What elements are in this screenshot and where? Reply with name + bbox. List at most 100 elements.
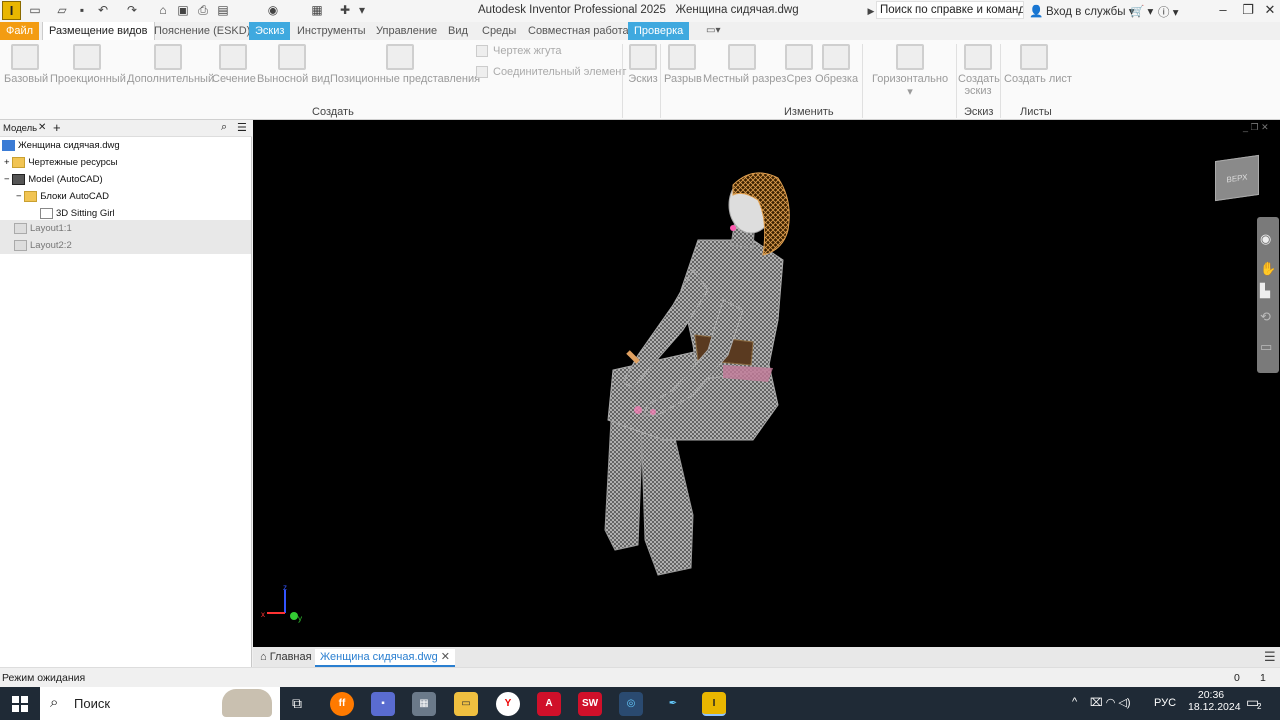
yandex-icon[interactable]: Y xyxy=(496,692,520,716)
new-sheet-icon xyxy=(1020,44,1048,70)
3d-app-icon[interactable]: ◎ xyxy=(619,692,643,716)
create-sketch-button[interactable]: Создать эскиз xyxy=(958,44,1000,97)
tab-place-views[interactable]: Размещение видов xyxy=(42,22,155,40)
browser-tab-model[interactable]: Модель xyxy=(3,123,37,134)
section-view-button[interactable]: Сечение xyxy=(212,44,256,85)
browser-tab-close-icon[interactable]: ✕ xyxy=(38,122,46,133)
break-button[interactable]: Разрыв xyxy=(664,44,702,85)
break-out-icon xyxy=(728,44,756,70)
layout-icon xyxy=(14,222,27,234)
measure-icon[interactable]: ▦ xyxy=(310,3,324,17)
tab-document[interactable]: Женщина сидячая.dwg ✕ xyxy=(315,649,455,667)
orbit-icon[interactable]: ⟲ xyxy=(1260,309,1271,325)
tab-view[interactable]: Вид xyxy=(442,22,474,40)
browser-menu-icon[interactable]: ☰ xyxy=(237,121,247,134)
save-app-icon[interactable]: ▪ xyxy=(371,692,395,716)
detail-view-button[interactable]: Выносной вид xyxy=(257,44,330,85)
tab-home[interactable]: ⌂ Главная xyxy=(255,649,317,667)
projected-view-button[interactable]: Проекционный xyxy=(50,44,126,85)
horizontal-button[interactable]: Горизонтально ▾ xyxy=(872,44,948,98)
steering-wheel-icon[interactable]: ◉ xyxy=(1260,231,1271,247)
connector-view-button[interactable]: Соединительный элемент xyxy=(476,66,626,79)
tree-item-autocad-blocks[interactable]: − Блоки AutoCAD xyxy=(16,188,109,205)
tab-tools[interactable]: Инструменты xyxy=(291,22,372,40)
tab-environments[interactable]: Среды xyxy=(476,22,522,40)
browser-add-tab-icon[interactable]: + xyxy=(53,120,61,135)
nailboard-button[interactable]: Чертеж жгута xyxy=(476,45,562,58)
restore-icon[interactable]: ❐ xyxy=(1238,2,1258,18)
panel-create-label: Создать xyxy=(312,106,354,118)
save-icon[interactable]: ▪ xyxy=(75,3,89,17)
language-indicator[interactable]: РУС xyxy=(1154,697,1176,709)
svg-text:z: z xyxy=(283,583,287,592)
update-icon[interactable]: ▣ xyxy=(176,3,190,17)
close-tab-icon[interactable]: ✕ xyxy=(441,651,450,663)
open-file-icon[interactable]: ▱ xyxy=(55,3,69,17)
tree-item-drawing-resources[interactable]: + Чертежные ресурсы xyxy=(4,154,118,171)
tab-file[interactable]: Файл xyxy=(0,22,40,40)
panel-options-icon[interactable]: ▭▾ xyxy=(700,22,726,40)
redo-icon[interactable]: ↷ xyxy=(125,3,139,17)
copy-icon[interactable]: ▤ xyxy=(216,3,230,17)
app-logo[interactable]: I xyxy=(2,1,21,20)
firefox-icon[interactable]: ff xyxy=(330,692,354,716)
tree-item-layout1[interactable]: Layout1:1 xyxy=(14,220,72,237)
folder-icon xyxy=(12,156,26,168)
minimize-icon[interactable]: – xyxy=(1213,2,1233,17)
blocks-folder-icon xyxy=(24,190,38,202)
positional-reps-button[interactable]: Позиционные представления xyxy=(330,44,480,85)
undo-icon[interactable]: ↶ xyxy=(96,3,110,17)
cart-icon[interactable]: 🛒 ▾ xyxy=(1130,4,1153,18)
positional-reps-icon xyxy=(386,44,414,70)
autocad-icon[interactable]: A xyxy=(537,692,561,716)
tree-item-model[interactable]: − Model (AutoCAD) xyxy=(4,171,103,188)
tray-chevron-icon[interactable]: ^ xyxy=(1072,696,1077,708)
tab-sketch[interactable]: Эскиз xyxy=(249,22,291,40)
print-icon[interactable]: ⎙ xyxy=(196,3,210,17)
tray-icons[interactable]: ⌧ ◠ ◁) xyxy=(1090,696,1131,709)
pen-app-icon[interactable]: ✒ xyxy=(661,692,685,716)
help-icon[interactable]: ⓘ ▾ xyxy=(1158,4,1178,20)
file-explorer-icon[interactable]: ▭ xyxy=(454,692,478,716)
taskbar-search[interactable]: ⌕ Поиск xyxy=(40,687,280,720)
sketch-button[interactable]: Эскиз xyxy=(626,44,660,85)
auxiliary-view-icon xyxy=(154,44,182,70)
tabs-menu-icon[interactable]: ☰ xyxy=(1264,649,1276,665)
inventor-icon[interactable]: I xyxy=(702,692,726,716)
sign-in-link[interactable]: Вход в службы ▾ xyxy=(1046,4,1135,18)
tab-manage[interactable]: Управление xyxy=(370,22,443,40)
browser-search-icon[interactable]: ⌕ xyxy=(221,121,227,134)
model-icon xyxy=(12,173,26,185)
crop-button[interactable]: Обрезка xyxy=(815,44,858,85)
home-icon[interactable]: ⌂ xyxy=(156,3,170,17)
plus-icon[interactable]: ✚ xyxy=(338,3,352,17)
view-cube[interactable]: ВЕРХ xyxy=(1215,154,1259,202)
graphics-viewport[interactable]: _ ❐ ✕ z x y ВЕРХ ◉ ✋ ▙ ⟲ ▭ xyxy=(253,120,1280,647)
new-sheet-button[interactable]: Создать лист xyxy=(1004,44,1072,85)
close-icon[interactable]: ✕ xyxy=(1260,2,1280,18)
slice-button[interactable]: Срез xyxy=(785,44,813,85)
tree-item-document[interactable]: Женщина сидячая.dwg xyxy=(2,137,120,154)
auxiliary-view-button[interactable]: Дополнительный xyxy=(127,44,214,85)
tab-collaborate[interactable]: Совместная работа xyxy=(522,22,635,40)
windows-start-icon[interactable] xyxy=(12,696,28,712)
tree-item-layout2[interactable]: Layout2:2 xyxy=(14,237,72,254)
tab-inspect[interactable]: Проверка xyxy=(628,22,690,40)
task-view-icon[interactable]: ⧉ xyxy=(292,695,302,712)
help-search-input[interactable]: Поиск по справке и командам xyxy=(876,1,1024,19)
base-view-button[interactable]: Базовый xyxy=(4,44,48,85)
pan-icon[interactable]: ✋ xyxy=(1260,261,1276,277)
look-at-icon[interactable]: ▭ xyxy=(1260,339,1272,355)
calculator-icon[interactable]: ▦ xyxy=(412,692,436,716)
status-count-1: 0 xyxy=(1234,672,1240,684)
clock[interactable]: 20:36 18.12.2024 xyxy=(1188,689,1241,713)
customize-qat-icon[interactable]: ▾ xyxy=(355,3,369,17)
new-file-icon[interactable]: ▭ xyxy=(28,3,42,17)
solidworks-icon[interactable]: SW xyxy=(578,692,602,716)
appearance-icon[interactable]: ◉ xyxy=(266,3,280,17)
user-icon[interactable]: 👤 xyxy=(1029,4,1043,18)
tab-annotate[interactable]: Пояснение (ESKD) xyxy=(148,22,256,40)
zoom-icon[interactable]: ▙ xyxy=(1260,283,1270,299)
break-out-button[interactable]: Местный разрез xyxy=(703,44,786,85)
home-icon: ⌂ xyxy=(260,651,270,663)
